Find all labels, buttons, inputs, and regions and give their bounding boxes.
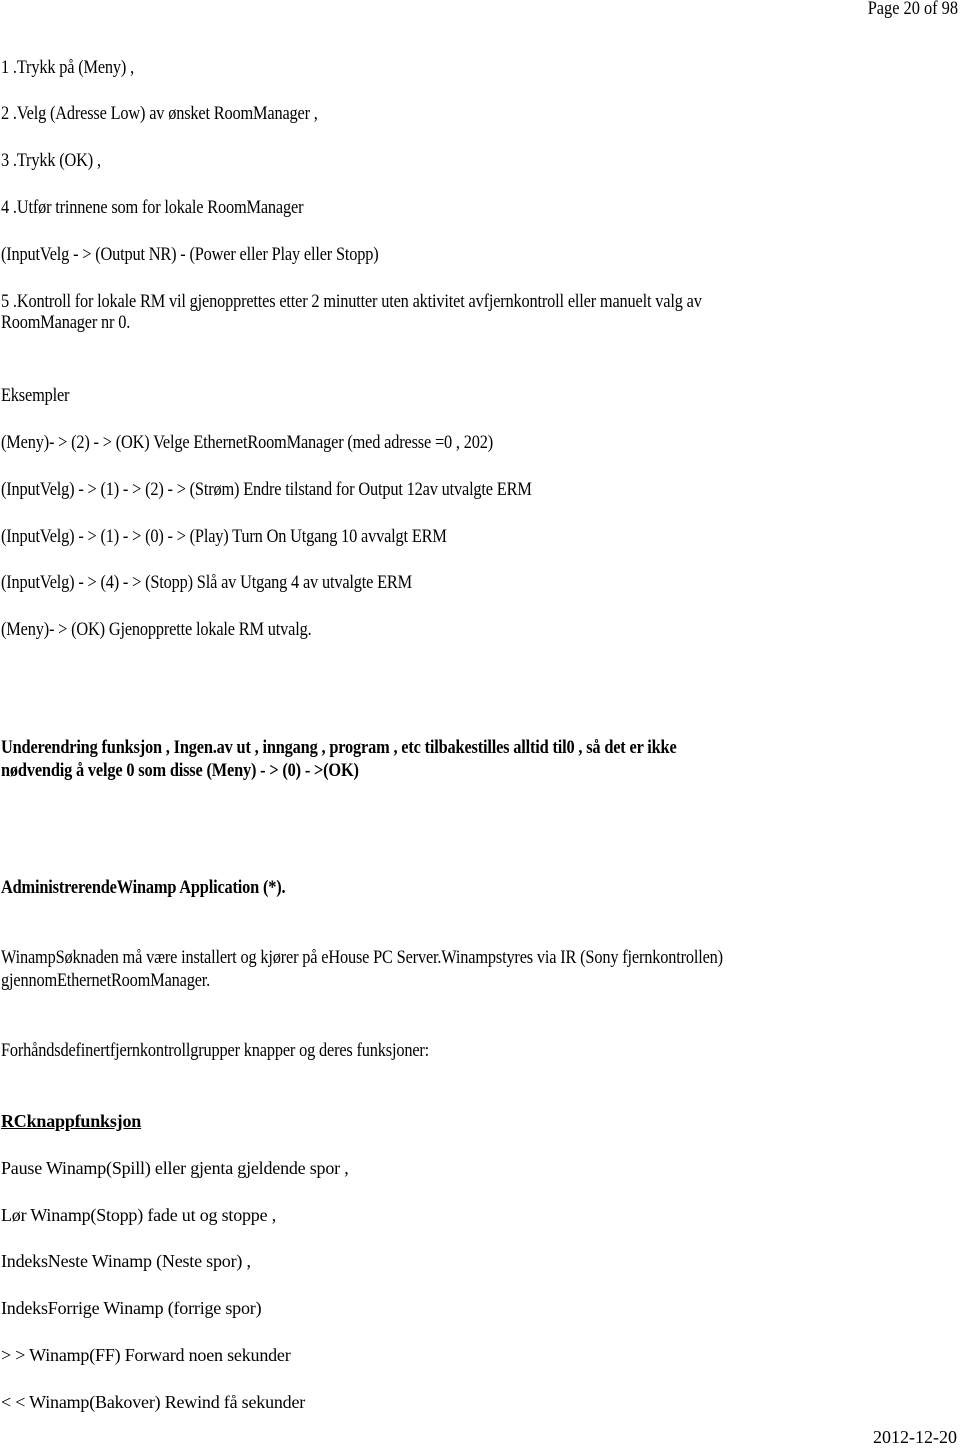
- rc-function-item: < < Winamp(Bakover) Rewind få sekunder: [1, 1392, 306, 1412]
- examples-heading: Eksempler: [1, 385, 70, 406]
- step-5-line-2: RoomManager nr 0.: [1, 312, 131, 333]
- rc-function-item: > > Winamp(FF) Forward noen sekunder: [1, 1345, 291, 1365]
- step-3: 3 .Trykk (OK) ,: [1, 150, 101, 171]
- rc-functions-heading: RCknappfunksjon: [1, 1111, 142, 1131]
- example-item: (InputVelg) - > (4) - > (Stopp) Slå av U…: [1, 572, 413, 593]
- footer-date: 2012-12-20: [873, 1427, 957, 1447]
- step-2: 2 .Velg (Adresse Low) av ønsket RoomMana…: [1, 103, 318, 124]
- example-item: (InputVelg) - > (1) - > (0) - > (Play) T…: [1, 526, 447, 547]
- rc-function-item: Pause Winamp(Spill) eller gjenta gjelden…: [1, 1158, 349, 1178]
- step-1: 1 .Trykk på (Meny) ,: [1, 57, 135, 78]
- step-4-detail: (InputVelg - > (Output NR) - (Power elle…: [1, 244, 379, 265]
- note-line-1: Underendring funksjon , Ingen.av ut , in…: [1, 737, 677, 758]
- example-item: (Meny)- > (OK) Gjenopprette lokale RM ut…: [1, 619, 312, 640]
- groups-intro: Forhåndsdefinertfjernkontrollgrupper kna…: [1, 1040, 430, 1061]
- page-number: Page 20 of 98: [867, 0, 958, 19]
- rc-function-item: Lør Winamp(Stopp) fade ut og stoppe ,: [1, 1205, 276, 1225]
- note-line-2: nødvendig å velge 0 som disse (Meny) - >…: [1, 760, 359, 781]
- example-item: (Meny)- > (2) - > (OK) Velge EthernetRoo…: [1, 432, 494, 453]
- winamp-heading: AdministrerendeWinamp Application (*).: [1, 877, 286, 898]
- rc-function-item: IndeksNeste Winamp (Neste spor) ,: [1, 1251, 251, 1271]
- rc-function-item: IndeksForrige Winamp (forrige spor): [1, 1298, 262, 1318]
- step-4: 4 .Utfør trinnene som for lokale RoomMan…: [1, 197, 304, 218]
- winamp-description-line-1: WinampSøknaden må være installert og kjø…: [1, 947, 723, 968]
- example-item: (InputVelg) - > (1) - > (2) - > (Strøm) …: [1, 479, 532, 500]
- step-5-line-1: 5 .Kontroll for lokale RM vil gjenoppret…: [1, 291, 702, 312]
- winamp-description-line-2: gjennomEthernetRoomManager.: [1, 970, 211, 991]
